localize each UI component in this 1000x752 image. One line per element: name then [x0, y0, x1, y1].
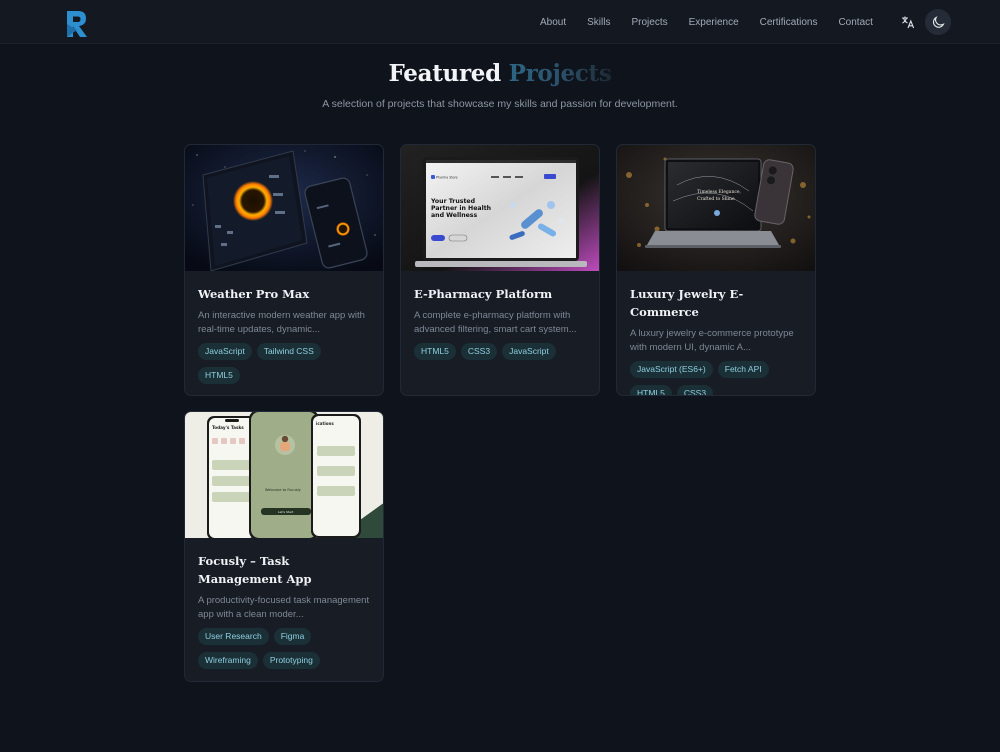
project-tags: JavaScript Tailwind CSS HTML5	[198, 343, 370, 391]
tech-tag: Fetch API	[717, 361, 769, 378]
logo-icon	[67, 11, 87, 37]
pharmacy-headline-1: Your Trusted	[430, 198, 475, 205]
project-tags: JavaScript (ES6+) Fetch API HTML5 CSS3	[630, 361, 802, 395]
focusly-screen-2-title: Welcome to Focusly	[265, 488, 302, 492]
section-subtitle: A selection of projects that showcase my…	[322, 98, 678, 110]
translate-icon	[902, 16, 915, 29]
nav-link-certifications[interactable]: Certifications	[760, 17, 818, 28]
jewelry-hero-line-1: Timeless Elegance,	[697, 189, 741, 195]
pharmacy-brand: Pharma Store	[436, 176, 458, 180]
project-image-pharmacy: Pharma Store Your Trusted Partner in Hea…	[401, 145, 599, 271]
tech-tag: HTML5	[630, 385, 672, 395]
nav-link-experience[interactable]: Experience	[689, 17, 739, 28]
project-card-pharmacy[interactable]: Pharma Store Your Trusted Partner in Hea…	[400, 144, 600, 396]
pharmacy-headline-2: Partner in Health	[431, 205, 491, 212]
logo[interactable]	[64, 8, 90, 40]
focusly-start-button: Let's Start	[278, 510, 294, 514]
project-image-focusly: Today's Tasks Welcome to Focusly Let's S…	[185, 412, 383, 538]
tech-tag: Tailwind CSS	[256, 343, 321, 360]
section-title: Featured Projects	[0, 60, 1000, 87]
jewelry-hero-line-2: Crafted to Shine	[697, 196, 735, 202]
project-title: Luxury Jewelry E-Commerce	[630, 287, 744, 319]
tech-tag: Wireframing	[198, 652, 258, 669]
nav-link-contact[interactable]: Contact	[838, 17, 872, 28]
project-image-jewelry: Timeless Elegance, Crafted to Shine	[617, 145, 815, 271]
moon-icon	[932, 15, 945, 28]
theme-toggle-button[interactable]	[925, 9, 951, 35]
project-card-jewelry[interactable]: Timeless Elegance, Crafted to Shine Luxu…	[616, 144, 816, 396]
pharmacy-headline-3: and Wellness	[431, 212, 477, 219]
project-tags: User Research Figma Wireframing Prototyp…	[198, 628, 370, 676]
focusly-screen-1-title: Today's Tasks	[212, 425, 244, 430]
tech-tag: CSS3	[676, 385, 714, 395]
project-title: Focusly – Task Management App	[198, 554, 312, 586]
section-title-part2: Projects	[508, 60, 612, 87]
tech-tag: JavaScript	[198, 343, 252, 360]
project-card-focusly[interactable]: Today's Tasks Welcome to Focusly Let's S…	[184, 411, 384, 682]
section-title-part1: Featured	[388, 60, 502, 87]
tech-tag: JavaScript	[502, 343, 556, 360]
project-description: A luxury jewelry e-commerce prototype wi…	[630, 328, 794, 353]
project-tags: HTML5 CSS3 JavaScript	[414, 343, 586, 367]
tech-tag: HTML5	[198, 367, 240, 384]
tech-tag: Figma	[273, 628, 312, 645]
nav-link-projects[interactable]: Projects	[631, 17, 667, 28]
tech-tag: HTML5	[414, 343, 456, 360]
language-button[interactable]	[899, 13, 917, 31]
focusly-screen-3-title: ications	[316, 421, 334, 426]
tech-tag: Prototyping	[262, 652, 320, 669]
project-image-weather	[185, 145, 383, 271]
tech-tag: User Research	[198, 628, 269, 645]
project-card-weather[interactable]: Weather Pro Max An interactive modern we…	[184, 144, 384, 396]
nav-link-about[interactable]: About	[540, 17, 566, 28]
project-title: Weather Pro Max	[198, 287, 310, 301]
navbar: About Skills Projects Experience Certifi…	[0, 0, 1000, 44]
project-description: An interactive modern weather app with r…	[198, 310, 365, 335]
project-description: A productivity-focused task management a…	[198, 595, 370, 620]
tech-tag: CSS3	[460, 343, 498, 360]
project-description: A complete e-pharmacy platform with adva…	[414, 310, 577, 335]
tech-tag: JavaScript (ES6+)	[630, 361, 713, 378]
nav-links: About Skills Projects Experience Certifi…	[540, 0, 894, 44]
nav-link-skills[interactable]: Skills	[587, 17, 610, 28]
project-title: E-Pharmacy Platform	[414, 287, 553, 301]
